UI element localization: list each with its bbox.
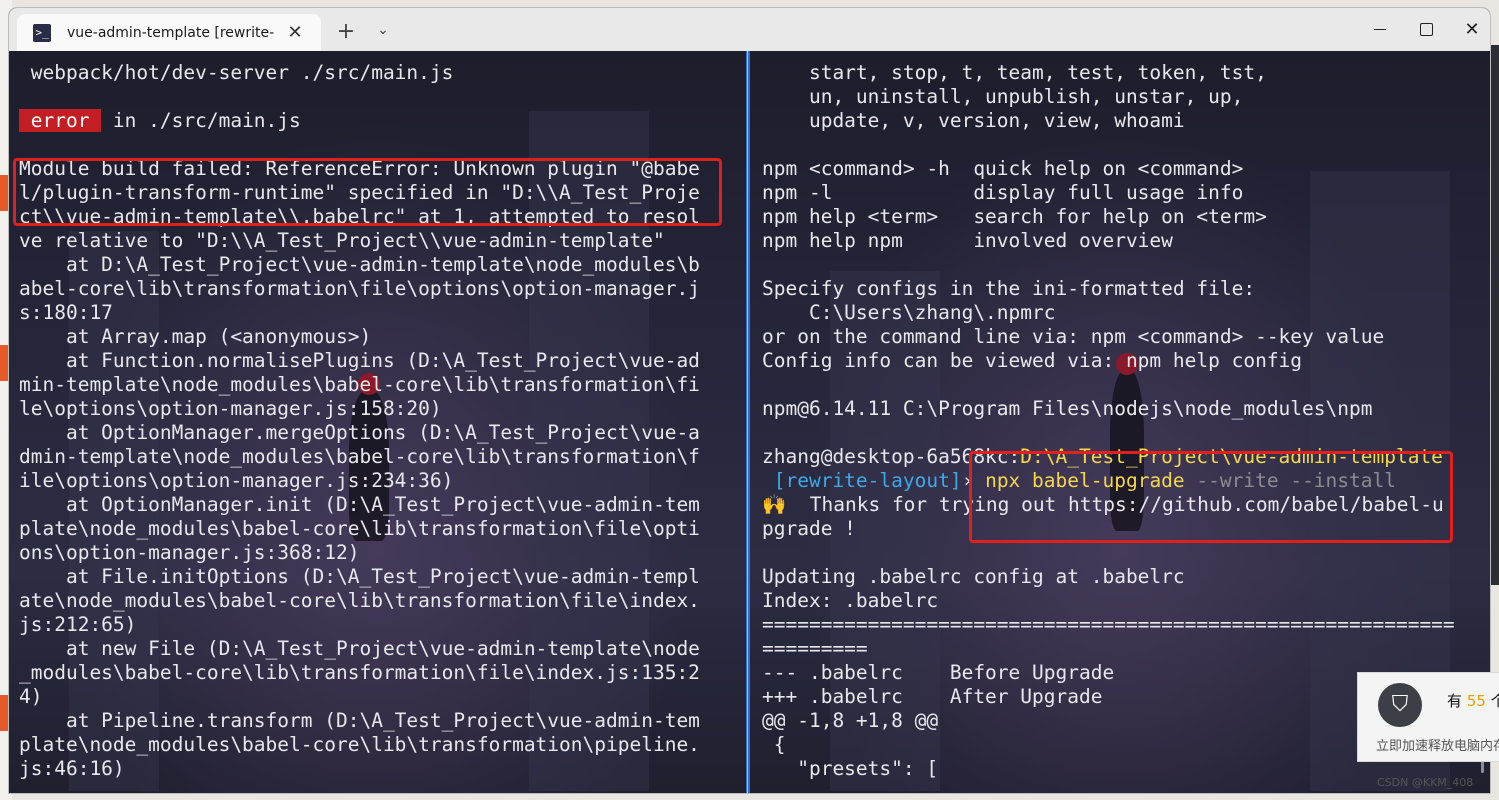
output-line: at OptionManager.init (D:\A_Test_Project… [19, 493, 700, 516]
shield-icon: ⛉ [1378, 683, 1422, 727]
output-text: in ./src/main.js [101, 109, 301, 132]
error-stack: Module build failed: ReferenceError: Unk… [19, 157, 700, 781]
output-line: js:212:65) [19, 613, 137, 636]
output-line: npm -l display full usage info [762, 181, 1244, 204]
raised-hands-icon: 🙌 [762, 493, 787, 516]
output-line: @@ -1,8 +1,8 @@ [762, 709, 939, 732]
output-line: at Array.map (<anonymous>) [19, 325, 372, 348]
output-line: error in ./src/main.js [19, 109, 700, 133]
terminal-icon: >_ [33, 23, 51, 42]
notification-count: 55 [1466, 692, 1486, 710]
notification-title: 有 55 个 [1447, 690, 1499, 711]
prompt-branch: [rewrite-layout] [762, 469, 962, 492]
right-terminal-output: start, stop, t, team, test, token, tst, … [762, 61, 1455, 781]
output-line: webpack/hot/dev-server ./src/main.js [19, 61, 454, 84]
notification-popup[interactable]: ⛉ 有 55 个 立即加速释放电脑内存 [1357, 672, 1499, 762]
output-line: C:\Users\zhang\.npmrc [762, 301, 1056, 324]
output-line: _modules\babel-core\lib\transformation\f… [19, 661, 700, 684]
output-line: { [762, 733, 786, 756]
output-line: Index: .babelrc [762, 589, 939, 612]
output-line: npm help <term> search for help on <term… [762, 205, 1267, 228]
output-line: ile\options\option-manager.js:234:36) [19, 469, 454, 492]
error-badge: error [19, 109, 102, 132]
output-line: plate\node_modules\babel-core\lib\transf… [19, 733, 700, 756]
minimize-icon [1374, 29, 1386, 30]
notification-title-suffix: 个 [1490, 692, 1499, 710]
output-line: npm@6.14.11 C:\Program Files\nodejs\node… [762, 397, 1373, 420]
left-terminal-pane[interactable]: webpack/hot/dev-server ./src/main.js err… [9, 51, 746, 793]
output-line: at new File (D:\A_Test_Project\vue-admin… [19, 637, 700, 660]
output-line: plate\node_modules\babel-core\lib\transf… [19, 517, 700, 540]
output-line: ons\option-manager.js:368:12) [19, 541, 360, 564]
output-line: at D:\A_Test_Project\vue-admin-template\… [19, 253, 700, 276]
output-line: npm help npm involved overview [762, 229, 1173, 252]
output-line: Specify configs in the ini-formatted fil… [762, 277, 1256, 300]
highlight-box [13, 158, 722, 226]
output-line: Updating .babelrc config at .babelrc [762, 565, 1185, 588]
output-line: --- .babelrc Before Upgrade [762, 661, 1115, 684]
output-line: un, uninstall, unpublish, unstar, up, [762, 85, 1244, 108]
tab-vue-admin-template[interactable]: >_ vue-admin-template [rewrite- ✕ [17, 14, 321, 51]
output-line: abel-core\lib\transformation\file\option… [19, 277, 700, 300]
close-tab-icon[interactable]: ✕ [285, 22, 305, 43]
output-line: at OptionManager.mergeOptions (D:\A_Test… [19, 421, 700, 444]
tab-title: vue-admin-template [rewrite- [67, 24, 275, 41]
output-line: npm <command> -h quick help on <command> [762, 157, 1244, 180]
notification-title-prefix: 有 [1447, 692, 1467, 710]
output-line: js:46:16) [19, 757, 125, 780]
chevron-down-icon[interactable]: ⌄ [375, 22, 391, 38]
output-line: at Function.normalisePlugins (D:\A_Test_… [19, 349, 700, 372]
title-bar: >_ vue-admin-template [rewrite- ✕ + ⌄ ✕ [9, 8, 1490, 51]
notification-action[interactable]: 立即加速释放电脑内存 [1376, 735, 1499, 754]
npm-help-block: start, stop, t, team, test, token, tst, … [762, 61, 1455, 445]
output-line: or on the command line via: npm <command… [762, 325, 1385, 348]
highlight-box [969, 451, 1453, 543]
output-line: update, v, version, view, whoami [762, 109, 1185, 132]
upgrade-diff-block: Updating .babelrc config at .babelrc Inde… [762, 541, 1455, 781]
output-line: ========================================… [762, 613, 1455, 636]
output-line: "presets": [ [762, 757, 939, 780]
maximize-button[interactable] [1403, 8, 1449, 51]
output-line: le\options\option-manager.js:158:20) [19, 397, 442, 420]
watermark: CSDN @KKM_408 [1377, 776, 1474, 789]
output-line: ========= [762, 637, 868, 660]
background-window-strip [1489, 45, 1499, 585]
output-line: ve relative to "D:\\A_Test_Project\\vue-… [19, 229, 665, 252]
output-line: dmin-template\node_modules\babel-core\li… [19, 445, 700, 468]
output-line: s:180:17 [19, 301, 113, 324]
output-line: start, stop, t, team, test, token, tst, [762, 61, 1267, 84]
output-line: Config info can be viewed via: npm help … [762, 349, 1303, 372]
close-button[interactable]: ✕ [1449, 8, 1490, 51]
new-tab-button[interactable]: + [335, 19, 357, 44]
terminal-window: >_ vue-admin-template [rewrite- ✕ + ⌄ ✕ … [9, 8, 1490, 793]
maximize-icon [1419, 23, 1433, 36]
output-line: +++ .babelrc After Upgrade [762, 685, 1103, 708]
output-line: 4) [19, 685, 43, 708]
minimize-button[interactable] [1357, 8, 1403, 51]
output-line: at File.initOptions (D:\A_Test_Project\v… [19, 565, 700, 588]
output-line: min-template\node_modules\babel-core\lib… [19, 373, 700, 396]
output-line: at Pipeline.transform (D:\A_Test_Project… [19, 709, 700, 732]
output-line: ate\node_modules\babel-core\lib\transfor… [19, 589, 700, 612]
